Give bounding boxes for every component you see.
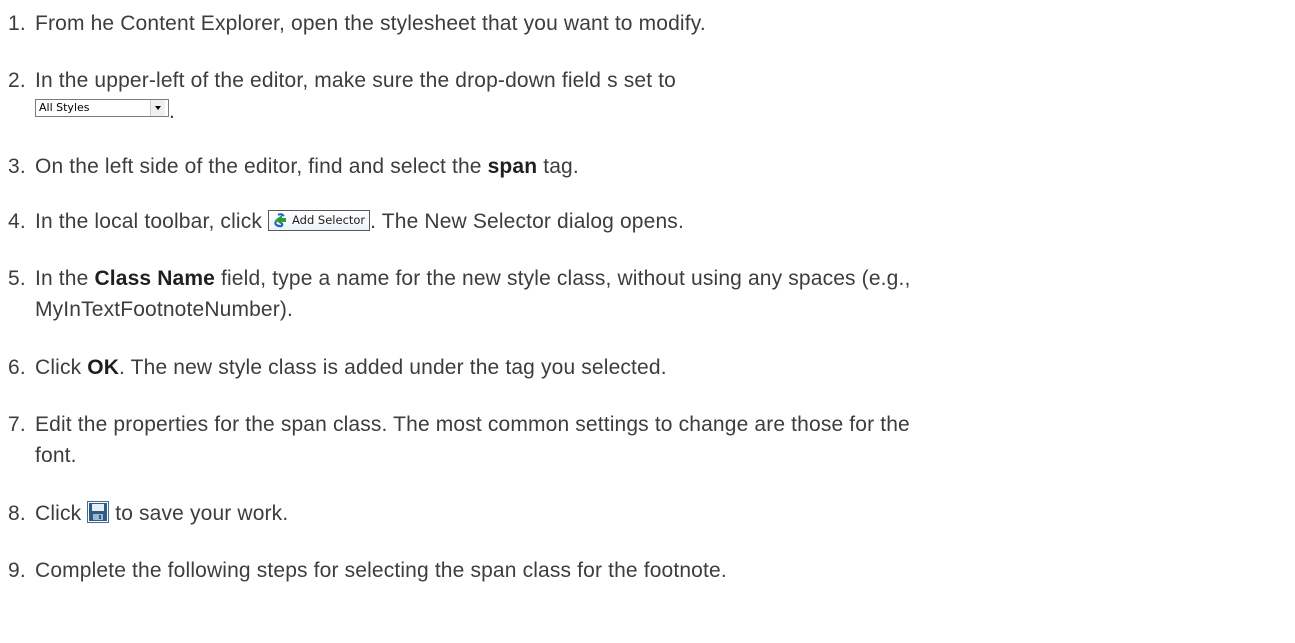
step-number: 9. [8,559,26,582]
step-body: In the local toolbar, click Add Selector… [35,206,1280,237]
step-text: From he Content Explorer, open the style… [35,12,706,35]
step-number: 8. [8,502,26,525]
procedure-steps: 1. From he Content Explorer, open the st… [0,0,1295,643]
step-text: In the upper-left of the editor, make su… [35,69,677,92]
step-number: 2. [8,69,26,92]
styles-dropdown-image: All Styles [35,99,169,117]
step-text-after: . [169,100,175,123]
step-body: Edit the properties for the span class. … [35,409,1280,471]
step-text-after: . The new style class is added under the… [119,356,667,379]
dropdown-value: All Styles [39,101,90,114]
step-text: Click [35,356,88,379]
class-name-term: Class Name [94,267,216,290]
step-text-line2: MyInTextFootnoteNumber). [35,298,294,321]
step-text: On the left side of the editor, find and… [35,155,488,178]
step-number: 4. [8,210,26,233]
step-body: Click to save your work. [35,498,1280,529]
step-text-after: to save your work. [109,502,289,525]
add-selector-label: Add Selector [292,213,366,227]
step-text-after: field, type a name for the new style cla… [215,267,911,290]
step-text: Click [35,502,88,525]
step-text-after: . The New Selector dialog opens. [370,210,684,233]
save-disk-icon [87,501,110,523]
step-text: Edit the properties for the span class. … [35,413,910,436]
chevron-down-icon [150,100,165,116]
step-text: In the local toolbar, click [35,210,268,233]
step-number: 3. [8,155,26,178]
step-number: 6. [8,356,26,379]
step-body: In the Class Name field, type a name for… [35,263,1280,325]
add-selector-button-image: Add Selector [268,210,371,231]
span-tag-term: span [487,155,538,178]
step-number: 1. [8,12,26,35]
step-body: In the upper-left of the editor, make su… [35,65,1280,127]
step-body: Click OK. The new style class is added u… [35,352,1280,383]
ok-term: OK [87,356,120,379]
step-body: On the left side of the editor, find and… [35,151,1280,182]
add-selector-icon [274,213,286,228]
step-text-line2: font. [35,444,77,467]
step-text: In the [35,267,95,290]
step-text: Complete the following steps for selecti… [35,559,727,582]
step-number: 5. [8,267,26,290]
step-text-after: tag. [537,155,579,178]
step-number: 7. [8,413,26,436]
